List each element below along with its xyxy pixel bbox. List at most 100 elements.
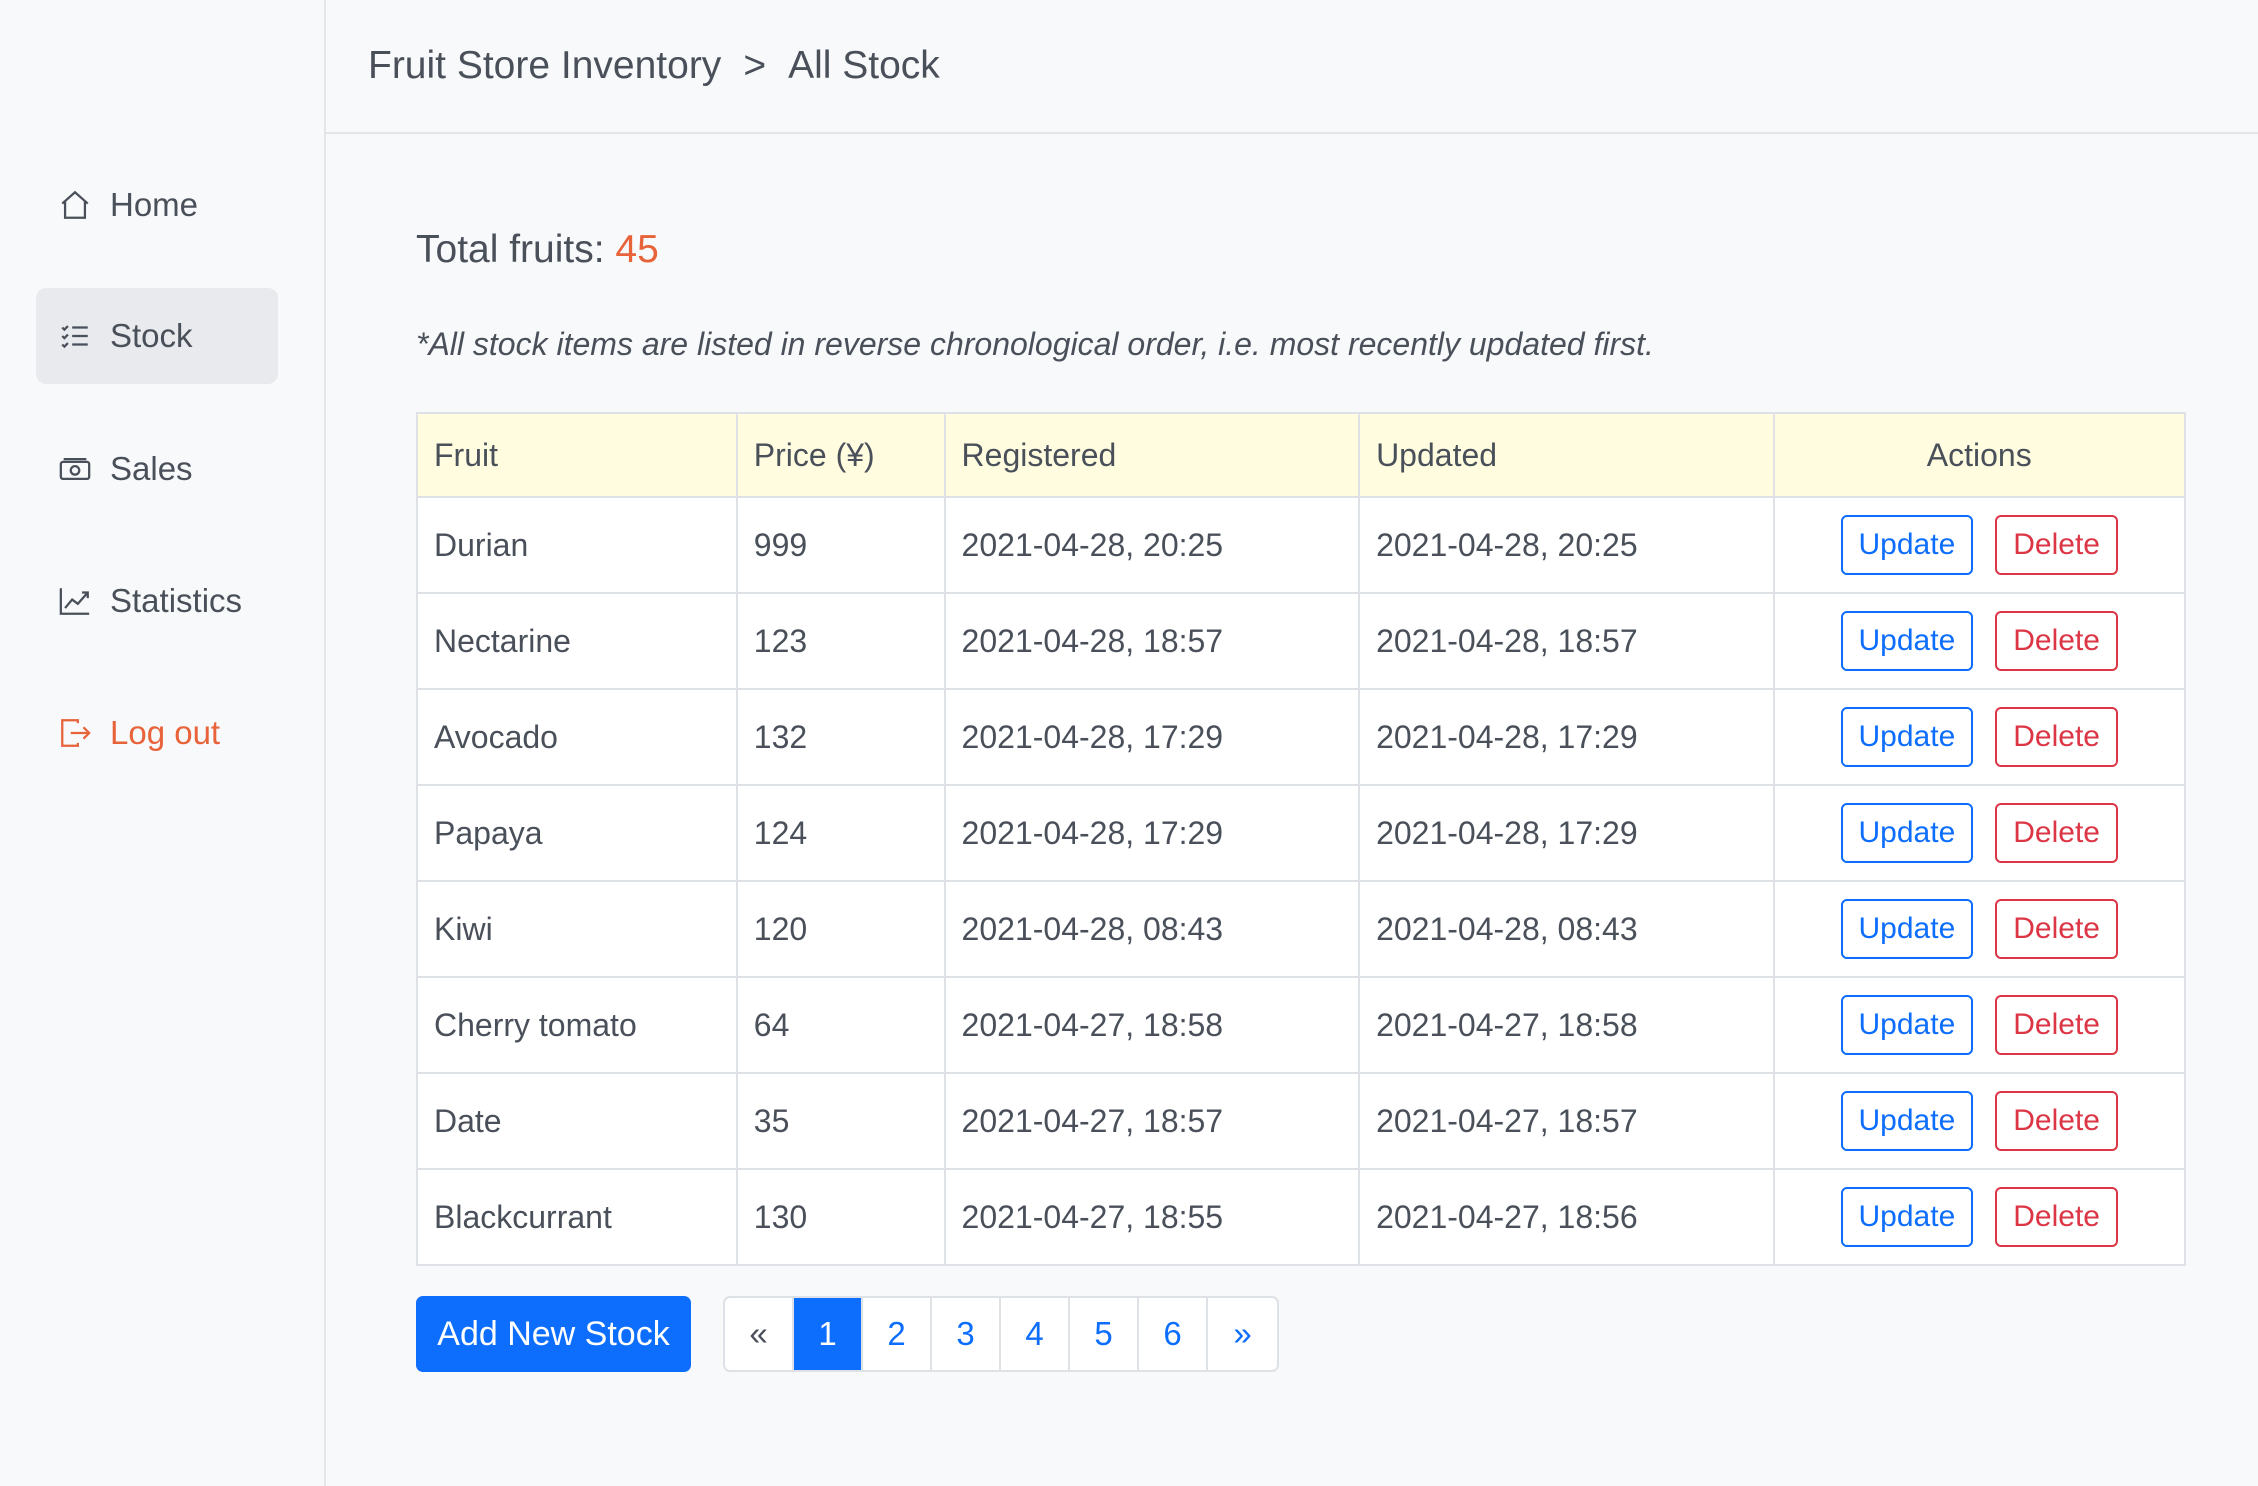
actions-cell: Update Delete	[1772, 592, 2186, 690]
table-row: Date 35 2021-04-27, 18:57 2021-04-27, 18:57…	[416, 1072, 2186, 1170]
column-header-price: Price (¥)	[735, 412, 946, 498]
pagination-page-6[interactable]: 6	[1139, 1298, 1208, 1370]
fruit-cell: Durian	[416, 496, 738, 594]
add-new-stock-button[interactable]: Add New Stock	[416, 1296, 691, 1372]
fruit-cell: Blackcurrant	[416, 1168, 738, 1266]
breadcrumb: Fruit Store Inventory > All Stock	[326, 0, 2258, 134]
pagination-next[interactable]: »	[1208, 1298, 1277, 1370]
delete-button[interactable]: Delete	[1995, 1091, 2118, 1151]
registered-cell: 2021-04-28, 20:25	[943, 496, 1361, 594]
breadcrumb-root[interactable]: Fruit Store Inventory	[368, 44, 721, 88]
registered-cell: 2021-04-27, 18:55	[943, 1168, 1361, 1266]
price-cell: 130	[735, 1168, 946, 1266]
update-button[interactable]: Update	[1840, 611, 1974, 671]
fruit-cell: Papaya	[416, 784, 738, 882]
fruit-cell: Kiwi	[416, 880, 738, 978]
total-fruits-label: Total fruits:	[416, 228, 605, 271]
updated-cell: 2021-04-28, 18:57	[1358, 592, 1775, 690]
delete-button[interactable]: Delete	[1995, 515, 2118, 575]
price-cell: 124	[735, 784, 946, 882]
delete-button[interactable]: Delete	[1995, 995, 2118, 1055]
updated-cell: 2021-04-27, 18:57	[1358, 1072, 1775, 1170]
sidebar-item-stock[interactable]: Stock	[36, 288, 278, 384]
column-header-actions: Actions	[1772, 412, 2186, 498]
updated-cell: 2021-04-28, 20:25	[1358, 496, 1775, 594]
updated-cell: 2021-04-27, 18:58	[1358, 976, 1775, 1074]
column-header-registered: Registered	[943, 412, 1361, 498]
fruit-cell: Cherry tomato	[416, 976, 738, 1074]
actions-cell: Update Delete	[1772, 688, 2186, 786]
delete-button[interactable]: Delete	[1995, 899, 2118, 959]
logout-icon	[58, 716, 92, 750]
registered-cell: 2021-04-27, 18:57	[943, 1072, 1361, 1170]
registered-cell: 2021-04-28, 17:29	[943, 784, 1361, 882]
breadcrumb-current: All Stock	[788, 44, 940, 87]
updated-cell: 2021-04-28, 08:43	[1358, 880, 1775, 978]
updated-cell: 2021-04-28, 17:29	[1358, 784, 1775, 882]
pagination-page-1[interactable]: 1	[794, 1298, 863, 1370]
update-button[interactable]: Update	[1840, 1187, 1974, 1247]
pagination-prev[interactable]: «	[725, 1298, 794, 1370]
fruit-cell: Avocado	[416, 688, 738, 786]
cash-icon	[58, 452, 92, 486]
actions-cell: Update Delete	[1772, 880, 2186, 978]
price-cell: 35	[735, 1072, 946, 1170]
pagination-page-2[interactable]: 2	[863, 1298, 932, 1370]
fruit-cell: Nectarine	[416, 592, 738, 690]
pagination-page-4[interactable]: 4	[1001, 1298, 1070, 1370]
update-button[interactable]: Update	[1840, 515, 1974, 575]
registered-cell: 2021-04-28, 08:43	[943, 880, 1361, 978]
pagination: « 1 2 3 4 5 6 »	[723, 1296, 1279, 1372]
update-button[interactable]: Update	[1840, 707, 1974, 767]
fruit-cell: Date	[416, 1072, 738, 1170]
pagination-page-5[interactable]: 5	[1070, 1298, 1139, 1370]
delete-button[interactable]: Delete	[1995, 803, 2118, 863]
price-cell: 64	[735, 976, 946, 1074]
home-icon	[58, 188, 92, 222]
table-row: Nectarine 123 2021-04-28, 18:57 2021-04-28,…	[416, 592, 2186, 690]
update-button[interactable]: Update	[1840, 803, 1974, 863]
total-fruits: Total fruits: 45	[416, 228, 659, 272]
updated-cell: 2021-04-28, 17:29	[1358, 688, 1775, 786]
column-header-updated: Updated	[1358, 412, 1775, 498]
delete-button[interactable]: Delete	[1995, 707, 2118, 767]
column-header-fruit: Fruit	[416, 412, 738, 498]
registered-cell: 2021-04-28, 17:29	[943, 688, 1361, 786]
stock-table: Fruit Price (¥) Registered Updated Actio…	[416, 412, 2186, 1266]
sidebar-item-logout[interactable]: Log out	[36, 685, 278, 781]
delete-button[interactable]: Delete	[1995, 1187, 2118, 1247]
sidebar-item-sales[interactable]: Sales	[36, 421, 278, 517]
registered-cell: 2021-04-27, 18:58	[943, 976, 1361, 1074]
breadcrumb-separator: >	[743, 44, 767, 87]
update-button[interactable]: Update	[1840, 1091, 1974, 1151]
sidebar-item-home[interactable]: Home	[36, 157, 278, 253]
sidebar-item-label: Statistics	[110, 582, 243, 619]
table-row: Blackcurrant 130 2021-04-27, 18:55 2021-04-…	[416, 1168, 2186, 1266]
pagination-page-3[interactable]: 3	[932, 1298, 1001, 1370]
total-fruits-count: 45	[615, 228, 659, 271]
actions-cell: Update Delete	[1772, 496, 2186, 594]
price-cell: 132	[735, 688, 946, 786]
price-cell: 123	[735, 592, 946, 690]
sidebar: Home Stock Sales Statistics Log out	[0, 0, 326, 1486]
actions-cell: Update Delete	[1772, 784, 2186, 882]
price-cell: 120	[735, 880, 946, 978]
sidebar-item-label: Stock	[110, 317, 193, 354]
sidebar-item-label: Log out	[110, 714, 221, 751]
sidebar-item-label: Sales	[110, 450, 193, 487]
update-button[interactable]: Update	[1840, 899, 1974, 959]
updated-cell: 2021-04-27, 18:56	[1358, 1168, 1775, 1266]
table-row: Cherry tomato 64 2021-04-27, 18:58 2021-04-…	[416, 976, 2186, 1074]
delete-button[interactable]: Delete	[1995, 611, 2118, 671]
actions-cell: Update Delete	[1772, 1072, 2186, 1170]
chart-icon	[58, 584, 92, 618]
price-cell: 999	[735, 496, 946, 594]
sidebar-item-label: Home	[110, 186, 199, 223]
sort-note: *All stock items are listed in reverse c…	[416, 326, 1654, 362]
table-row: Durian 999 2021-04-28, 20:25 2021-04-28, 20…	[416, 496, 2186, 594]
table-row: Avocado 132 2021-04-28, 17:29 2021-04-28, 1…	[416, 688, 2186, 786]
actions-cell: Update Delete	[1772, 976, 2186, 1074]
sidebar-item-statistics[interactable]: Statistics	[36, 553, 278, 649]
update-button[interactable]: Update	[1840, 995, 1974, 1055]
actions-cell: Update Delete	[1772, 1168, 2186, 1266]
